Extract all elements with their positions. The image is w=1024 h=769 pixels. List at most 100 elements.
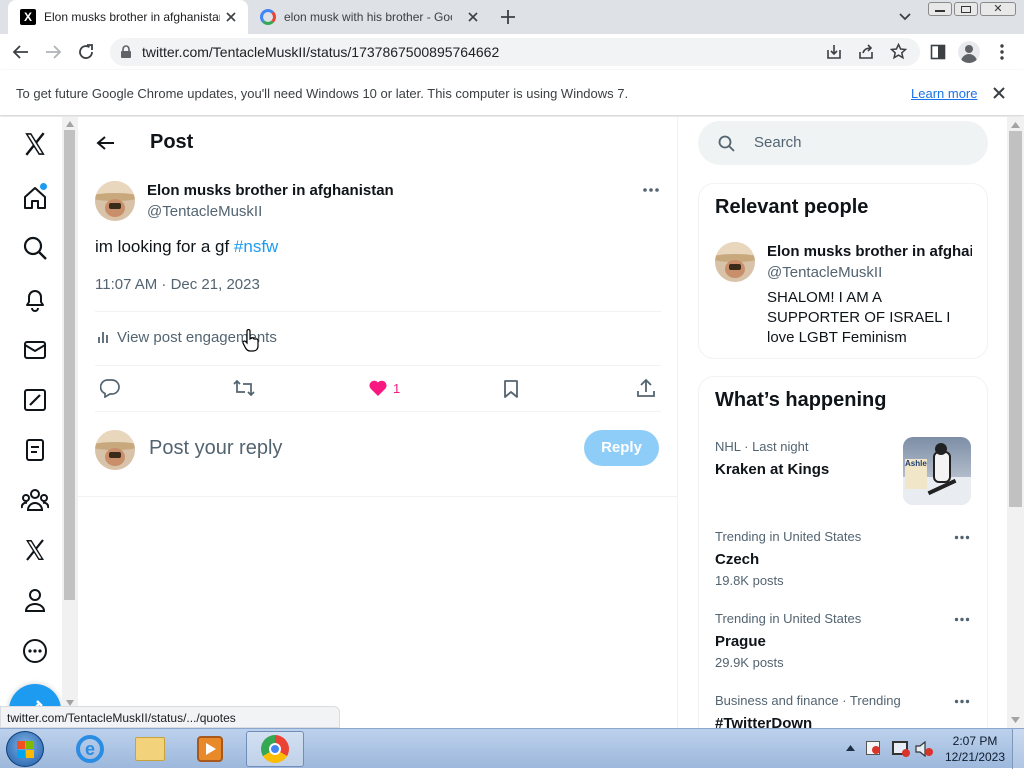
divider [95,311,661,312]
side-panel-icon[interactable] [930,44,946,60]
notification-dot [40,183,47,190]
bookmark-star-icon[interactable] [890,43,907,60]
notifications-bell-icon[interactable] [20,284,50,314]
scroll-down-arrow-icon[interactable] [1011,717,1020,723]
trend-posts: 29.9K posts [715,655,784,670]
more-circle-icon[interactable] [20,636,50,666]
share-upload-icon[interactable] [636,378,656,398]
minimize-button[interactable] [928,2,952,16]
windows-taskbar: e 2:07 PM 12/21/2023 [0,728,1024,769]
trend-item[interactable]: Business and finance · Trending #Twitter… [699,683,989,728]
show-desktop-button[interactable] [1012,729,1024,769]
reply-avatar[interactable] [95,430,135,470]
page-scroll-thumb[interactable] [1009,131,1022,507]
home-icon[interactable] [20,183,50,213]
author-name[interactable]: Elon musks brother in afghanistan [147,182,394,199]
post-more-options-icon[interactable] [642,187,660,193]
trend-item[interactable]: Trending in United States Prague 29.9K p… [699,601,989,681]
bookmark-icon[interactable] [503,379,519,399]
profile-icon[interactable] [20,585,50,615]
trend-name: #TwitterDown [715,715,813,728]
clock-time: 2:07 PM [952,734,998,748]
trend-item[interactable]: NHL · Last night Kraken at Kings Ashle [699,429,989,509]
maximize-button[interactable] [954,2,978,16]
clock[interactable]: 2:07 PM 12/21/2023 [940,733,1010,765]
scroll-up-arrow-icon[interactable] [66,121,74,127]
relevant-name[interactable]: Elon musks brother in afghai [767,243,972,260]
learn-more-link[interactable]: Learn more [911,86,977,101]
hashtag-link[interactable]: #nsfw [234,237,278,256]
author-handle[interactable]: @TentacleMuskII [147,203,262,220]
lock-icon[interactable] [120,45,132,59]
scroll-up-arrow-icon[interactable] [1011,122,1020,128]
trend-more-icon[interactable] [954,617,970,622]
action-center-flag-icon[interactable] [866,741,880,755]
premium-x-icon[interactable] [20,535,50,565]
communities-icon[interactable] [20,485,50,515]
link-status-bubble: twitter.com/TentacleMuskII/status/.../qu… [0,706,340,728]
profile-avatar-icon[interactable] [958,41,980,63]
window-close-button[interactable]: ✕ [980,2,1016,16]
like-count: 1 [393,381,401,396]
show-hidden-icons-icon[interactable] [846,745,855,751]
analytics-bars-icon [98,332,108,343]
back-icon[interactable] [12,44,30,60]
author-avatar[interactable] [95,181,135,221]
trend-meta: Trending in United States [715,611,862,626]
install-icon[interactable] [826,44,842,60]
trend-name: Czech [715,551,760,568]
tab-active[interactable]: X Elon musks brother in afghanistan [8,0,248,34]
window-controls: ✕ [928,2,1018,18]
lists-icon[interactable] [20,435,50,465]
chrome-taskbar-button[interactable] [246,731,304,767]
forward-icon[interactable] [44,44,62,60]
start-button[interactable] [6,731,44,767]
chrome-menu-icon[interactable] [998,43,1006,61]
tab-strip: X Elon musks brother in afghanistan elon… [0,0,1024,34]
grok-icon[interactable] [20,385,50,415]
left-scrollbar[interactable] [62,117,78,728]
x-logo-icon[interactable] [20,129,50,159]
back-arrow-icon[interactable] [96,135,116,151]
reply-button[interactable]: Reply [584,430,659,466]
volume-muted-icon[interactable] [914,741,934,757]
trend-meta: Business and finance · Trending [715,693,901,708]
relevant-handle[interactable]: @TentacleMuskII [767,264,882,281]
tab-title: elon musk with his brother - Google Sear… [284,10,452,24]
reload-icon[interactable] [77,43,95,61]
network-icon[interactable] [892,741,910,757]
search-box[interactable]: Search [698,121,988,165]
trend-more-icon[interactable] [954,699,970,704]
reply-input[interactable]: Post your reply [149,437,282,460]
trend-more-icon[interactable] [954,535,970,540]
share-icon[interactable] [858,44,874,60]
page-scrollbar[interactable] [1007,117,1024,728]
relevant-avatar[interactable] [715,242,755,282]
divider [78,496,678,497]
reply-bubble-icon[interactable] [100,378,120,398]
trend-item[interactable]: Trending in United States Czech 19.8K po… [699,519,989,599]
tab-close-icon[interactable] [466,10,480,24]
left-scroll-thumb[interactable] [64,130,75,600]
explore-search-icon[interactable] [20,233,50,263]
tab-search-chevron-icon[interactable] [898,11,912,23]
hockey-thumbnail: Ashle [903,437,971,505]
trend-meta: NHL · Last night [715,439,809,454]
trend-posts: 19.8K posts [715,573,784,588]
media-player-taskbar-button[interactable] [182,731,238,767]
address-bar[interactable]: twitter.com/TentacleMuskII/status/173786… [110,38,920,66]
trend-meta: Trending in United States [715,529,862,544]
twitter-page: Post Elon musks brother in afghanistan @… [0,117,1024,728]
infobar-close-icon[interactable] [993,87,1005,99]
messages-mail-icon[interactable] [20,335,50,365]
like-action[interactable]: 1 [368,379,408,399]
media-player-icon [197,736,223,762]
post-timestamp[interactable]: 11:07 AM · Dec 21, 2023 [95,276,260,293]
explorer-taskbar-button[interactable] [122,731,178,767]
tab-close-icon[interactable] [224,10,238,24]
new-tab-icon[interactable] [500,9,516,25]
repost-icon[interactable] [232,379,256,397]
ie-taskbar-button[interactable]: e [62,731,118,767]
divider [95,411,661,412]
tab-inactive[interactable]: elon musk with his brother - Google Sear… [250,0,490,34]
